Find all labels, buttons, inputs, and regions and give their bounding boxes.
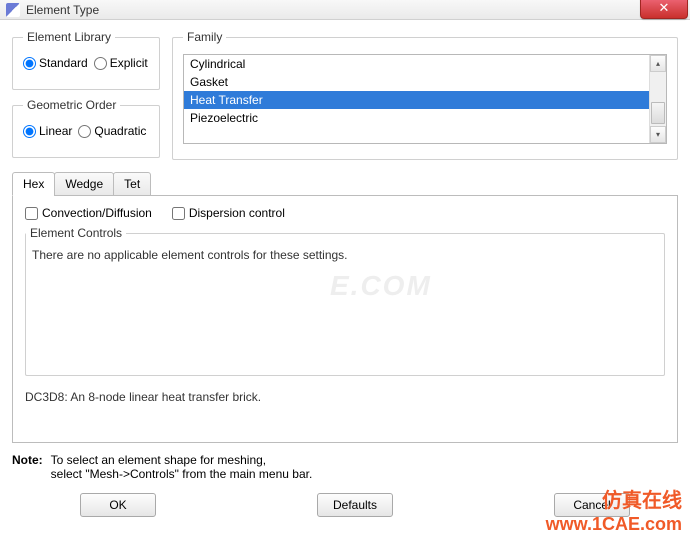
note-label: Note: — [12, 453, 43, 481]
family-legend: Family — [183, 30, 226, 44]
titlebar: Element Type ✕ — [0, 0, 690, 20]
check-convection[interactable]: Convection/Diffusion — [25, 206, 152, 220]
tabstrip: Hex Wedge Tet — [12, 172, 678, 196]
scroll-track[interactable] — [650, 72, 666, 126]
cancel-button[interactable]: Cancel — [554, 493, 630, 517]
tab-wedge[interactable]: Wedge — [54, 172, 114, 196]
element-library-legend: Element Library — [23, 30, 115, 44]
check-convection-label: Convection/Diffusion — [42, 206, 152, 220]
element-type-description: DC3D8: An 8-node linear heat transfer br… — [25, 390, 665, 404]
list-item[interactable]: Gasket — [184, 73, 649, 91]
list-item[interactable]: Heat Transfer — [184, 91, 649, 109]
radio-standard[interactable]: Standard — [23, 56, 88, 70]
radio-standard-label: Standard — [39, 56, 88, 70]
geometric-order-legend: Geometric Order — [23, 98, 120, 112]
list-item[interactable]: Piezoelectric — [184, 109, 649, 127]
tab-tet[interactable]: Tet — [113, 172, 151, 196]
family-group: Family Cylindrical Gasket Heat Transfer … — [172, 30, 678, 160]
element-controls-group: Element Controls There are no applicable… — [25, 226, 665, 376]
tab-hex[interactable]: Hex — [12, 172, 55, 196]
button-bar: OK Defaults Cancel — [0, 481, 690, 525]
family-listbox[interactable]: Cylindrical Gasket Heat Transfer Piezoel… — [184, 55, 649, 143]
radio-quadratic-label: Quadratic — [94, 124, 146, 138]
element-controls-message: There are no applicable element controls… — [26, 240, 664, 270]
note: Note: To select an element shape for mes… — [0, 443, 690, 481]
note-line2: select "Mesh->Controls" from the main me… — [51, 467, 313, 481]
defaults-button[interactable]: Defaults — [317, 493, 393, 517]
radio-explicit[interactable]: Explicit — [94, 56, 148, 70]
check-dispersion-label: Dispersion control — [189, 206, 285, 220]
tab-content: Convection/Diffusion Dispersion control … — [12, 195, 678, 443]
radio-quadratic[interactable]: Quadratic — [78, 124, 146, 138]
app-icon — [6, 3, 20, 17]
scroll-thumb[interactable] — [651, 102, 665, 124]
radio-linear[interactable]: Linear — [23, 124, 72, 138]
radio-explicit-label: Explicit — [110, 56, 148, 70]
check-dispersion[interactable]: Dispersion control — [172, 206, 285, 220]
dialog-window: Element Type ✕ Element Library Standard … — [0, 0, 690, 539]
element-library-group: Element Library Standard Explicit — [12, 30, 160, 90]
element-controls-legend: Element Controls — [26, 226, 126, 240]
geometric-order-group: Geometric Order Linear Quadratic — [12, 98, 160, 158]
scrollbar[interactable]: ▴ ▾ — [649, 55, 666, 143]
close-button[interactable]: ✕ — [640, 0, 688, 19]
scroll-down-icon[interactable]: ▾ — [650, 126, 666, 143]
scroll-up-icon[interactable]: ▴ — [650, 55, 666, 72]
window-title: Element Type — [26, 3, 99, 17]
radio-linear-label: Linear — [39, 124, 72, 138]
list-item[interactable]: Cylindrical — [184, 55, 649, 73]
note-line1: To select an element shape for meshing, — [51, 453, 313, 467]
ok-button[interactable]: OK — [80, 493, 156, 517]
